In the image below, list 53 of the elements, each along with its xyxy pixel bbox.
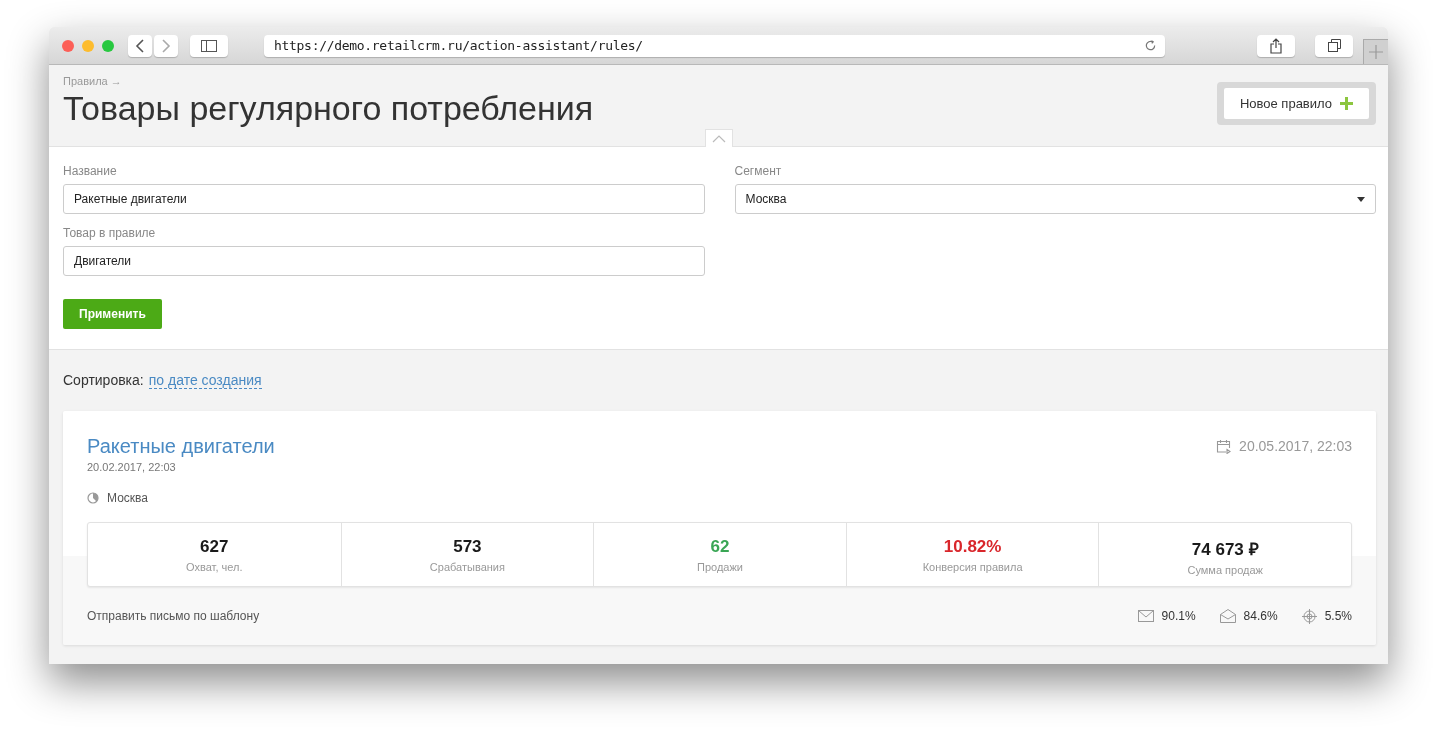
- sort-label: Сортировка:: [63, 372, 144, 389]
- field-label: Название: [63, 164, 118, 178]
- envelope-icon: [1137, 610, 1154, 622]
- plus-icon: [1340, 97, 1353, 110]
- stat-label: Продажи: [696, 561, 744, 573]
- field-label: Сегмент: [734, 164, 783, 178]
- segment-text: Москва: [107, 491, 148, 505]
- zoom-window-button[interactable]: [102, 39, 114, 52]
- new-rule-button[interactable]: Новое правило: [1223, 88, 1369, 119]
- chevron-up-icon: [712, 134, 726, 143]
- reload-icon[interactable]: [1144, 39, 1157, 52]
- stat-label: Охват, чел.: [185, 561, 244, 573]
- tabs-icon: [1327, 39, 1341, 52]
- calendar-icon: [1216, 438, 1232, 454]
- collapse-toggle[interactable]: [705, 129, 733, 147]
- input-field[interactable]: Ракетные двигатели: [63, 184, 705, 214]
- field-label: Товар в правиле: [63, 226, 157, 240]
- stat-label: Сумма продаж: [1186, 564, 1264, 576]
- stat-value: 573: [452, 537, 483, 557]
- plus-icon: [1369, 45, 1383, 59]
- target-icon: [1301, 608, 1317, 624]
- metric-value: 90.1%: [1161, 609, 1196, 623]
- metric-value: 5.5%: [1324, 609, 1352, 623]
- stat-value: 62: [709, 537, 731, 557]
- created-date: 20.02.2017, 22:03: [87, 461, 177, 473]
- metric-value: 84.6%: [1243, 609, 1278, 623]
- back-button[interactable]: [128, 34, 152, 57]
- address-bar[interactable]: https://demo.retailcrm.ru/action-assistant/rules/: [264, 34, 1165, 57]
- scheduled-date: 20.05.2017, 22:03: [1239, 438, 1352, 454]
- stat-value: 627: [199, 537, 230, 557]
- stat-label: Конверсия правила: [921, 561, 1024, 573]
- url-text: https://demo.retailcrm.ru/action-assistant/rules/: [274, 38, 643, 53]
- input-field[interactable]: Двигатели: [63, 246, 705, 276]
- sidebar-icon: [201, 39, 217, 52]
- caret-icon: [1357, 196, 1365, 202]
- stat-value: 74 673 ₽: [1190, 539, 1260, 560]
- segment-dropdown[interactable]: Москва: [734, 184, 1376, 214]
- sidebar-button[interactable]: [190, 34, 228, 57]
- stat-value: 10.82%: [942, 537, 1003, 557]
- tabs-button[interactable]: [1315, 34, 1353, 57]
- page-title: Товары регулярного потребления: [63, 89, 594, 128]
- stat-label: Срабатывания: [428, 561, 506, 573]
- pie-chart-icon: [87, 492, 99, 504]
- action-text: Отправить письмо по шаблону: [87, 609, 260, 623]
- open-envelope-icon: [1219, 609, 1236, 623]
- close-window-button[interactable]: [62, 39, 74, 52]
- share-icon: [1270, 37, 1282, 54]
- chevron-right-icon: [161, 38, 171, 53]
- new-tab-button[interactable]: [1363, 39, 1388, 64]
- minimize-window-button[interactable]: [82, 39, 94, 52]
- chevron-left-icon: [135, 38, 145, 53]
- share-button[interactable]: [1257, 34, 1295, 57]
- rule-title-link[interactable]: Ракетные двигатели: [87, 435, 275, 458]
